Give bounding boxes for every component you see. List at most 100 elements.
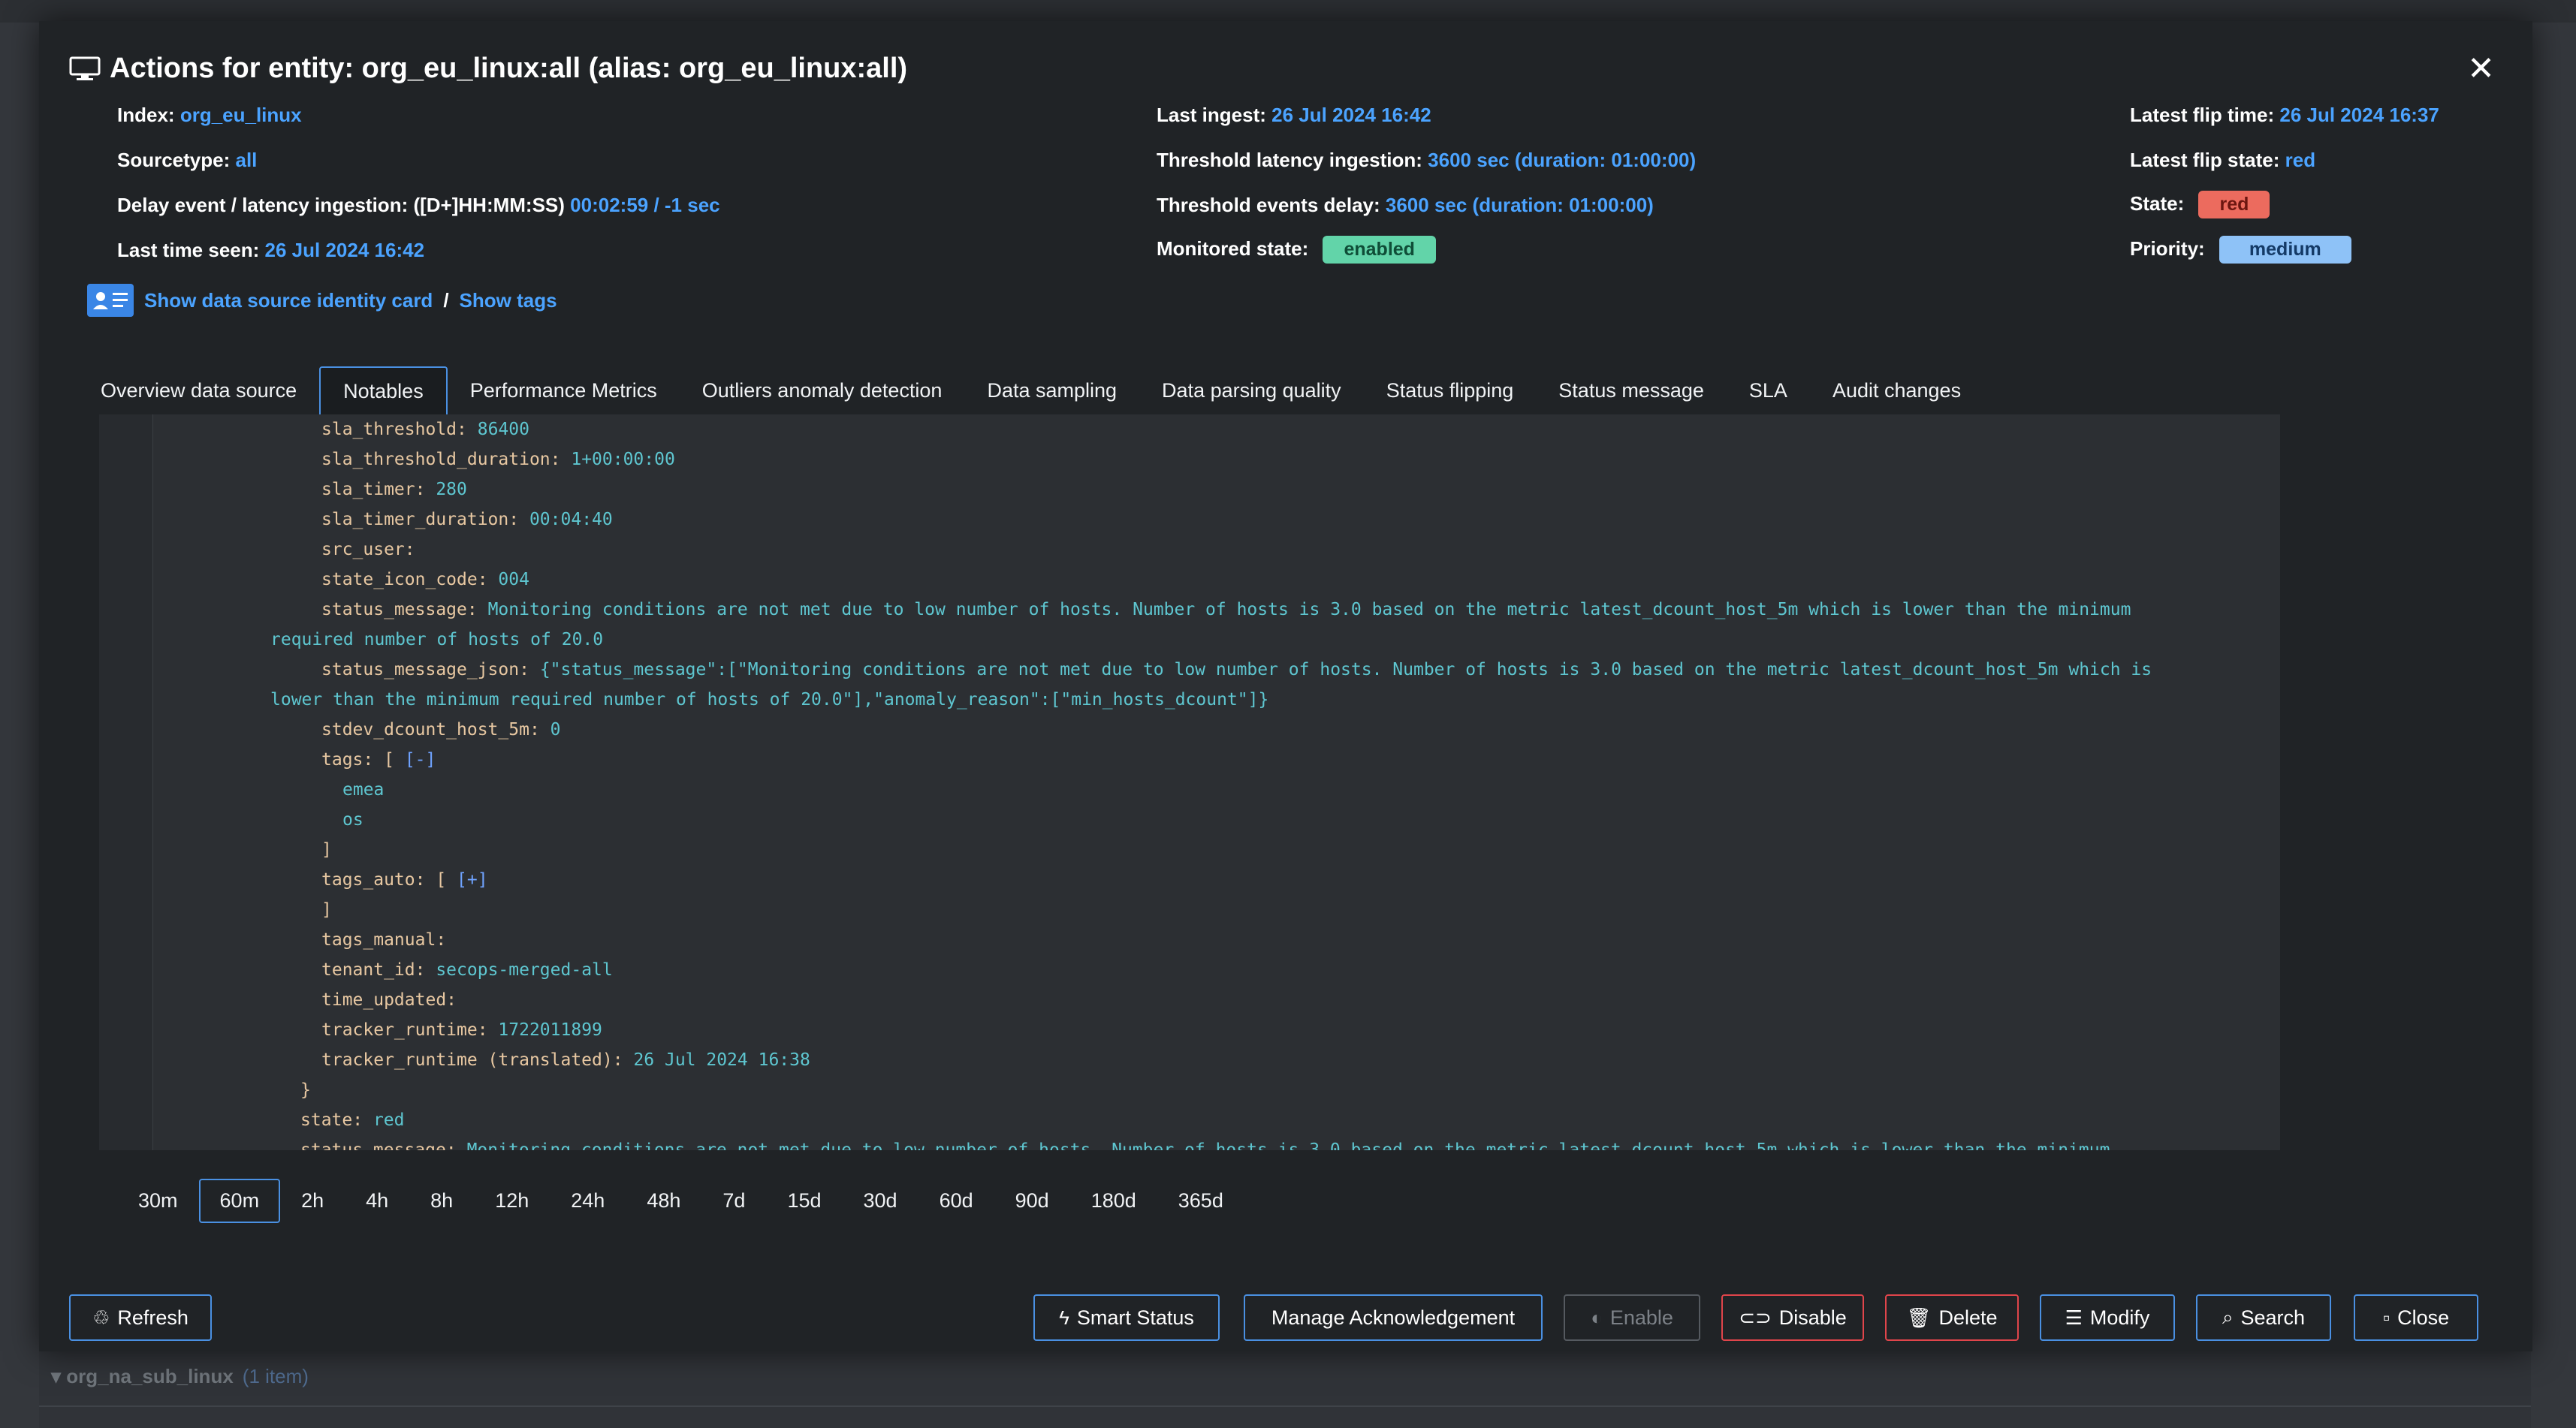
- meta-index-value[interactable]: org_eu_linux: [180, 104, 302, 126]
- code-line: status_message: Monitoring conditions ar…: [321, 600, 2131, 619]
- tab-data-parsing-quality[interactable]: Data parsing quality: [1139, 366, 1364, 414]
- meta-sourcetype: Sourcetype: all: [117, 149, 257, 172]
- close-label: Close: [2397, 1306, 2450, 1329]
- monitor-icon: [69, 56, 101, 80]
- modal-title-text: Actions for entity: org_eu_linux:all (al…: [110, 53, 908, 84]
- range-90d[interactable]: 90d: [994, 1179, 1070, 1223]
- show-identity-card-link[interactable]: Show data source identity card: [144, 289, 433, 312]
- code-line: }: [300, 1080, 311, 1100]
- code-line: tags_auto: [ [+]: [321, 870, 488, 890]
- code-line: status_message: Monitoring conditions ar…: [300, 1140, 2110, 1150]
- meta-index: Index: org_eu_linux: [117, 104, 302, 127]
- range-24h[interactable]: 24h: [550, 1179, 626, 1223]
- enable-label: Enable: [1609, 1306, 1673, 1329]
- tab-audit-changes[interactable]: Audit changes: [1810, 366, 1983, 414]
- refresh-button[interactable]: ♲ Refresh: [69, 1294, 212, 1341]
- modify-label: Modify: [2089, 1306, 2150, 1329]
- code-line: src_user:: [321, 540, 415, 559]
- close-button[interactable]: ▫ Close: [2354, 1294, 2478, 1341]
- search-label: Search: [2240, 1306, 2306, 1329]
- manage-ack-label: Manage Acknowledgement: [1271, 1306, 1516, 1329]
- tab-bar: Overview data source Notables Performanc…: [78, 366, 1983, 414]
- modify-button[interactable]: ☰ Modify: [2040, 1294, 2175, 1341]
- meta-threshold-latency: Threshold latency ingestion: 3600 sec (d…: [1157, 149, 1696, 172]
- code-line: tags_manual:: [321, 930, 447, 950]
- collapse-toggle[interactable]: [-]: [405, 750, 436, 770]
- meta-monitored-label: Monitored state:: [1157, 237, 1309, 260]
- close-icon[interactable]: ✕: [2467, 53, 2495, 86]
- range-15d[interactable]: 15d: [766, 1179, 842, 1223]
- search-button[interactable]: ⌕ Search: [2196, 1294, 2331, 1341]
- range-60d[interactable]: 60d: [918, 1179, 994, 1223]
- tab-status-flipping[interactable]: Status flipping: [1364, 366, 1537, 414]
- disable-label: Disable: [1778, 1306, 1847, 1329]
- code-gutter: [99, 414, 153, 1150]
- code-line: sla_threshold_duration: 1+00:00:00: [321, 450, 675, 469]
- meta-state: State: red: [2130, 191, 2270, 218]
- tab-outliers-anomaly-detection[interactable]: Outliers anomaly detection: [680, 366, 965, 414]
- meta-flip-state: Latest flip state: red: [2130, 149, 2315, 172]
- background-group-header[interactable]: ▾ org_na_sub_linux (1 item): [51, 1365, 309, 1388]
- range-12h[interactable]: 12h: [474, 1179, 550, 1223]
- range-180d[interactable]: 180d: [1070, 1179, 1157, 1223]
- range-30d[interactable]: 30d: [843, 1179, 918, 1223]
- meta-flip-state-value: red: [2285, 149, 2316, 171]
- smart-status-button[interactable]: ϟ Smart Status: [1033, 1294, 1220, 1341]
- refresh-label: Refresh: [117, 1306, 189, 1329]
- range-2h[interactable]: 2h: [280, 1179, 345, 1223]
- range-8h[interactable]: 8h: [409, 1179, 474, 1223]
- code-line: time_updated:: [321, 990, 457, 1010]
- event-json-viewer[interactable]: sla_threshold: 86400 sla_threshold_durat…: [99, 414, 2280, 1150]
- code-line: ]: [321, 900, 332, 920]
- code-line: ]: [321, 840, 332, 860]
- background-table-row: [39, 1405, 2531, 1428]
- disable-button[interactable]: ⊂⊃ Disable: [1721, 1294, 1864, 1341]
- code-line: sla_timer: 280: [321, 480, 467, 499]
- code-line: tenant_id: secops-merged-all: [321, 960, 613, 980]
- range-365d[interactable]: 365d: [1157, 1179, 1244, 1223]
- meta-threshold-delay: Threshold events delay: 3600 sec (durati…: [1157, 194, 1654, 217]
- range-60m[interactable]: 60m: [198, 1179, 281, 1223]
- code-line: stdev_dcount_host_5m: 0: [321, 720, 561, 740]
- range-48h[interactable]: 48h: [626, 1179, 701, 1223]
- meta-sourcetype-label: Sourcetype:: [117, 149, 231, 171]
- delete-button[interactable]: 🗑 Delete: [1885, 1294, 2019, 1341]
- meta-state-label: State:: [2130, 192, 2185, 215]
- tab-sla[interactable]: SLA: [1727, 366, 1810, 414]
- code-line: state_icon_code: 004: [321, 570, 529, 589]
- background-topbar: [0, 0, 2576, 23]
- show-tags-link[interactable]: Show tags: [460, 289, 557, 312]
- code-line: required number of hosts of 20.0: [270, 630, 604, 649]
- range-4h[interactable]: 4h: [345, 1179, 409, 1223]
- smart-status-label: Smart Status: [1076, 1306, 1194, 1329]
- range-7d[interactable]: 7d: [701, 1179, 766, 1223]
- code-lines: sla_threshold: 86400 sla_threshold_durat…: [153, 414, 2280, 1150]
- meta-last-ingest: Last ingest: 26 Jul 2024 16:42: [1157, 104, 1431, 127]
- meta-last-ingest-label: Last ingest:: [1157, 104, 1266, 126]
- background-right-strip: [2531, 23, 2576, 1428]
- code-line: sla_timer_duration: 00:04:40: [321, 510, 613, 529]
- code-line: status_message_json: {"status_message":[…: [321, 660, 2152, 679]
- square-icon: ▫: [2382, 1306, 2390, 1329]
- meta-flip-state-label: Latest flip state:: [2130, 149, 2280, 171]
- expand-toggle[interactable]: [+]: [457, 870, 488, 890]
- id-card-icon[interactable]: [87, 284, 134, 317]
- manage-acknowledgement-button[interactable]: Manage Acknowledgement: [1244, 1294, 1543, 1341]
- code-line: sla_threshold: 86400: [321, 420, 529, 439]
- group-label: org_na_sub_linux: [66, 1365, 234, 1387]
- range-30m[interactable]: 30m: [117, 1179, 199, 1223]
- meta-threshold-delay-label: Threshold events delay:: [1157, 194, 1380, 216]
- tab-performance-metrics[interactable]: Performance Metrics: [448, 366, 680, 414]
- tab-status-message[interactable]: Status message: [1536, 366, 1727, 414]
- tab-notables[interactable]: Notables: [319, 366, 448, 414]
- meta-flip-time-value: 26 Jul 2024 16:37: [2279, 104, 2439, 126]
- meta-sourcetype-value[interactable]: all: [236, 149, 258, 171]
- code-line-tags: tags: [ [-]: [321, 750, 436, 770]
- code-line-tag-item: emea: [342, 780, 385, 800]
- tab-data-sampling[interactable]: Data sampling: [964, 366, 1139, 414]
- code-line: lower than the minimum required number o…: [270, 690, 1269, 709]
- code-line-tag-item: os: [342, 810, 363, 830]
- enable-button[interactable]: ◐ Enable: [1564, 1294, 1700, 1341]
- tab-overview-data-source[interactable]: Overview data source: [78, 366, 319, 414]
- group-count: (1 item): [242, 1365, 309, 1387]
